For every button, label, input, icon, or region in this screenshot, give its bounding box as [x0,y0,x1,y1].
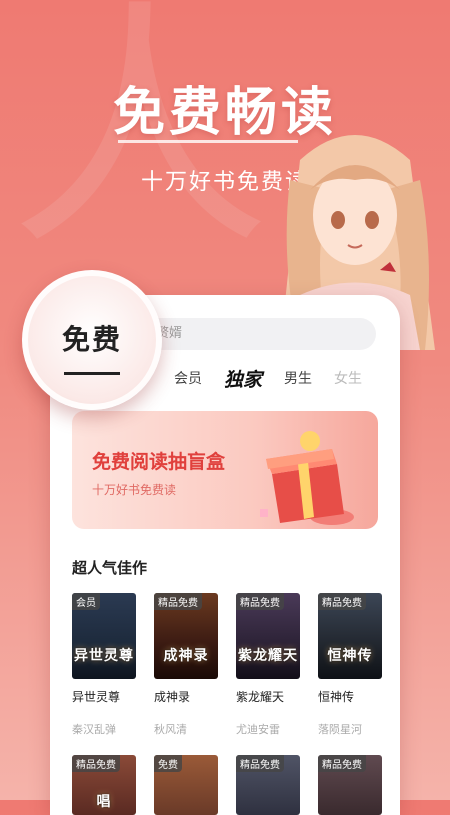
tab-member[interactable]: 会员 [174,368,202,388]
book-cover: 免费 [154,755,218,815]
book-author: 秋风清 [154,723,187,736]
book-tag: 精品免费 [236,755,284,772]
book-grid: 会员 异世灵尊 异世灵尊 秦汉乱弹 精品免费 成神录 成神录 秋风清 精品免费 … [72,593,382,737]
cover-title: 紫龙耀天 [238,648,298,664]
book-tag: 精品免费 [72,755,120,772]
book-tag: 免费 [154,755,182,772]
book-author: 秦汉乱弹 [72,723,116,736]
book-author: 尤迪安雷 [236,723,280,736]
category-tabs: 会员 独家 男生 女生 [174,363,362,393]
cover-title: 恒神传 [327,648,373,664]
book-card[interactable]: 精品免费 [318,755,382,815]
book-tag: 会员 [72,593,100,610]
book-card[interactable]: 精品免费 唱 [72,755,136,815]
book-title: 恒神传 [318,690,355,704]
book-title: 成神录 [154,690,191,704]
book-card[interactable]: 精品免费 紫龙耀天 紫龙耀天 尤迪安雷 [236,593,300,737]
badge-label: 免费 [61,323,122,356]
section-title: 超人气佳作 [72,559,148,577]
book-card[interactable]: 精品免费 成神录 成神录 秋风清 [154,593,218,737]
book-author: 落陨星河 [318,723,362,736]
book-cover: 精品免费 唱 [72,755,136,815]
book-cover: 精品免费 恒神传 [318,593,382,679]
book-cover: 精品免费 成神录 [154,593,218,679]
book-tag: 精品免费 [318,755,366,772]
book-tag: 精品免费 [318,593,366,610]
book-title: 紫龙耀天 [236,690,285,704]
book-card[interactable]: 免费 [154,755,218,815]
book-grid-row2: 精品免费 唱 免费 精品免费 精品免费 [72,755,382,815]
book-tag: 精品免费 [154,593,202,610]
tab-exclusive[interactable]: 独家 [224,365,262,392]
free-badge: 免费 [22,270,162,410]
book-title: 异世灵尊 [72,690,121,704]
book-cover: 会员 异世灵尊 [72,593,136,679]
book-tag: 精品免费 [236,593,284,610]
book-cover: 精品免费 [318,755,382,815]
book-card[interactable]: 精品免费 [236,755,300,815]
book-card[interactable]: 会员 异世灵尊 异世灵尊 秦汉乱弹 [72,593,136,737]
banner-subtitle: 十万好书免费读 [92,483,177,497]
cover-title: 异世灵尊 [74,648,134,664]
blind-box-banner[interactable]: 免费阅读抽盲盒 十万好书免费读 [72,411,378,529]
gift-box-icon [260,431,354,525]
banner-title: 免费阅读抽盲盒 [92,451,226,473]
cover-title: 唱 [96,794,112,810]
cover-title: 成神录 [163,648,209,664]
book-card[interactable]: 精品免费 恒神传 恒神传 落陨星河 [318,593,382,737]
book-cover: 精品免费 [236,755,300,815]
book-cover: 精品免费 紫龙耀天 [236,593,300,679]
badge-underline [64,372,120,375]
tab-male[interactable]: 男生 [284,368,312,388]
tab-female[interactable]: 女生 [334,368,362,388]
